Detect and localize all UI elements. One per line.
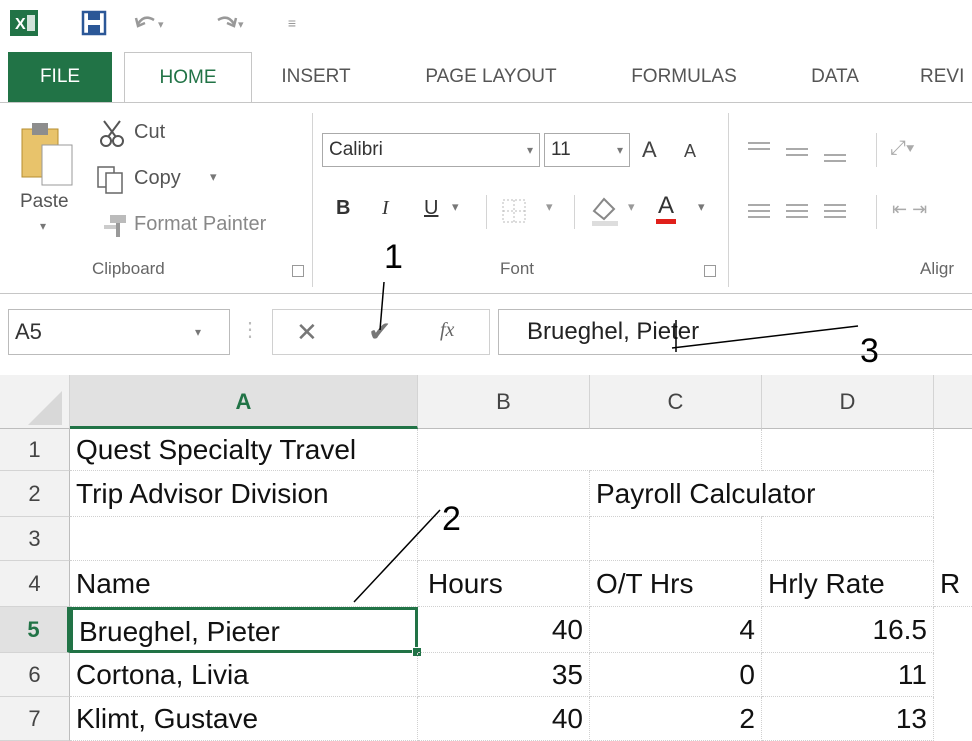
- callout-3-line: [671, 325, 859, 349]
- callout-3: 3: [860, 332, 879, 370]
- callout-2: 2: [442, 500, 461, 538]
- callout-1-line: [379, 281, 385, 331]
- callout-1: 1: [384, 238, 403, 276]
- callout-2-line: [353, 509, 441, 603]
- callout-lines: [353, 281, 859, 603]
